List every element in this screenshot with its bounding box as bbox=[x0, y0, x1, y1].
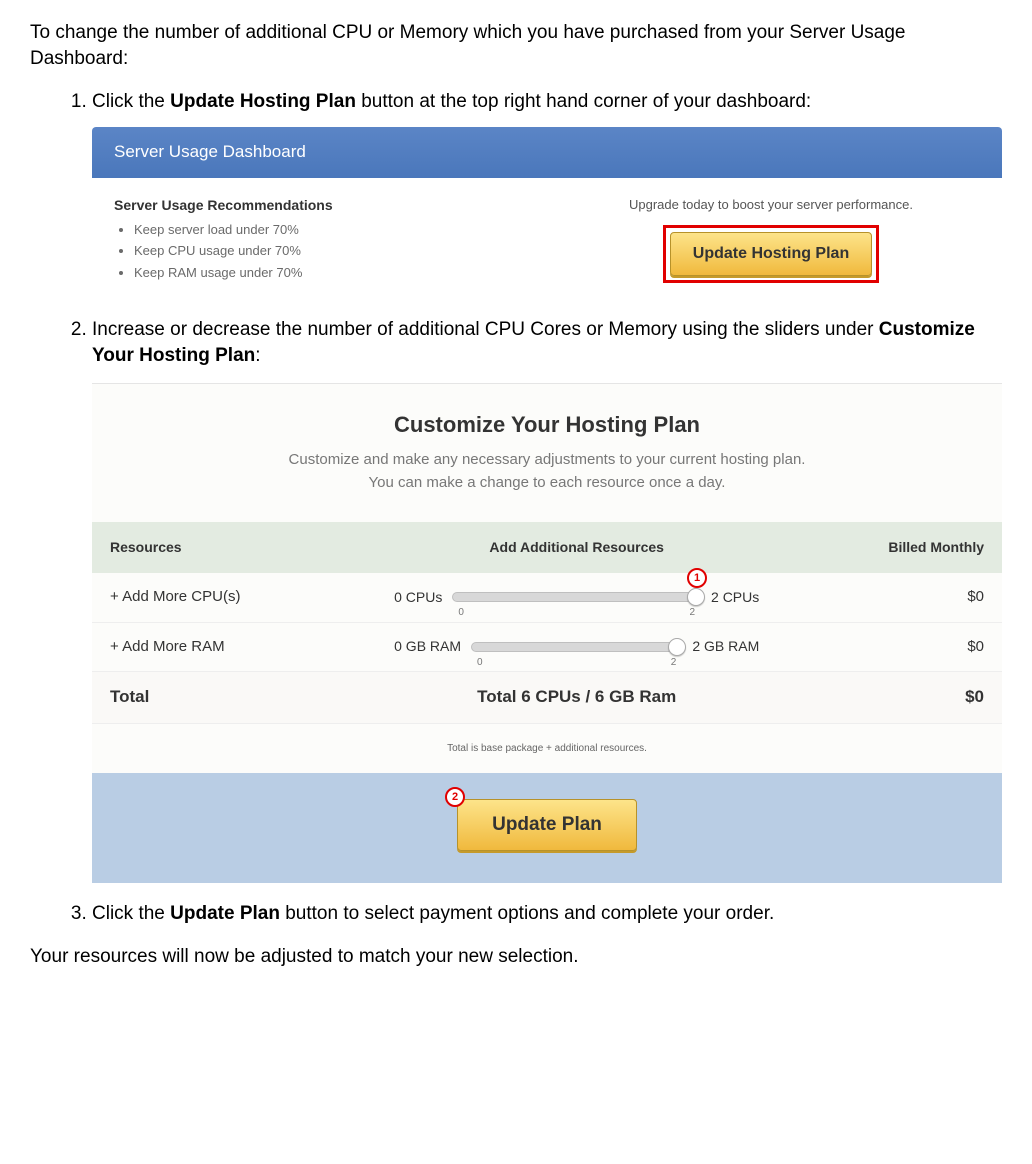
step-1-pre: Click the bbox=[92, 91, 170, 112]
row-label: + Add More RAM bbox=[92, 622, 376, 671]
steps-list: Click the Update Hosting Plan button at … bbox=[30, 89, 1002, 926]
tick-min: 0 bbox=[458, 606, 464, 620]
row-label: + Add More CPU(s) bbox=[92, 573, 376, 622]
customize-hosting-panel: Customize Your Hosting Plan Customize an… bbox=[92, 383, 1002, 883]
slider-min-label: 0 CPUs bbox=[394, 588, 442, 607]
recommendations-column: Server Usage Recommendations Keep server… bbox=[114, 196, 532, 286]
row-price: $0 bbox=[777, 573, 1002, 622]
header-add: Add Additional Resources bbox=[376, 522, 777, 573]
slider-max-label: 2 CPUs bbox=[711, 588, 759, 607]
slider-thumb[interactable] bbox=[668, 638, 686, 656]
recommendation-item: Keep RAM usage under 70% bbox=[134, 264, 532, 282]
table-header-row: Resources Add Additional Resources Bille… bbox=[92, 522, 1002, 573]
callout-badge-1: 1 bbox=[687, 568, 707, 588]
panel1-header: Server Usage Dashboard bbox=[92, 127, 1002, 178]
table-row: + Add More RAM 0 GB RAM 0 | 2 bbox=[92, 622, 1002, 671]
customize-title: Customize Your Hosting Plan bbox=[92, 384, 1002, 450]
resources-table: Resources Add Additional Resources Bille… bbox=[92, 522, 1002, 723]
recommendations-title: Server Usage Recommendations bbox=[114, 196, 532, 215]
step-3-bold: Update Plan bbox=[170, 903, 280, 924]
highlight-box: Update Hosting Plan bbox=[663, 225, 879, 283]
customize-sub-line1: Customize and make any necessary adjustm… bbox=[289, 451, 806, 468]
customize-subtitle: Customize and make any necessary adjustm… bbox=[92, 449, 1002, 522]
slider-track bbox=[452, 592, 701, 602]
upgrade-column: Upgrade today to boost your server perfo… bbox=[562, 196, 980, 286]
tick-min: 0 bbox=[477, 656, 483, 670]
closing-text: Your resources will now be adjusted to m… bbox=[30, 944, 1002, 970]
footnote-text: Total is base package + additional resou… bbox=[92, 724, 1002, 774]
step-3-post: button to select payment options and com… bbox=[280, 903, 774, 924]
slider-wrap-cpu: 0 CPUs 1 0 | 2 2 C bbox=[394, 588, 759, 607]
tick-max: 2 bbox=[671, 656, 677, 670]
update-hosting-plan-button[interactable]: Update Hosting Plan bbox=[670, 232, 872, 276]
row-slider-cell: 0 GB RAM 0 | 2 2 GB RAM bbox=[376, 622, 777, 671]
tick-max: 2 bbox=[689, 606, 695, 620]
row-price: $0 bbox=[777, 622, 1002, 671]
slider-wrap-ram: 0 GB RAM 0 | 2 2 GB RAM bbox=[394, 637, 759, 656]
slider-track bbox=[471, 642, 682, 652]
row-slider-cell: 0 CPUs 1 0 | 2 2 C bbox=[376, 573, 777, 622]
slider-max-label: 2 GB RAM bbox=[692, 637, 759, 656]
cpu-slider[interactable]: 1 0 | 2 bbox=[452, 590, 701, 604]
intro-text: To change the number of additional CPU o… bbox=[30, 20, 1002, 71]
header-billed: Billed Monthly bbox=[777, 522, 1002, 573]
upgrade-text: Upgrade today to boost your server perfo… bbox=[562, 196, 980, 214]
recommendation-item: Keep CPU usage under 70% bbox=[134, 242, 532, 260]
step-2: Increase or decrease the number of addit… bbox=[92, 317, 1002, 882]
server-usage-dashboard-panel: Server Usage Dashboard Server Usage Reco… bbox=[92, 127, 1002, 299]
panel1-body: Server Usage Recommendations Keep server… bbox=[92, 178, 1002, 300]
recommendation-item: Keep server load under 70% bbox=[134, 221, 532, 239]
step-1: Click the Update Hosting Plan button at … bbox=[92, 89, 1002, 299]
step-3: Click the Update Plan button to select p… bbox=[92, 901, 1002, 927]
slider-ticks: 0 | 2 bbox=[477, 656, 676, 670]
step-1-bold: Update Hosting Plan bbox=[170, 91, 356, 112]
step-2-post: : bbox=[255, 345, 260, 366]
customize-sub-line2: You can make a change to each resource o… bbox=[369, 474, 726, 491]
update-plan-button[interactable]: Update Plan bbox=[457, 799, 637, 851]
total-row: Total Total 6 CPUs / 6 GB Ram $0 bbox=[92, 671, 1002, 723]
step-2-pre: Increase or decrease the number of addit… bbox=[92, 319, 879, 340]
step-1-post: button at the top right hand corner of y… bbox=[356, 91, 811, 112]
header-resources: Resources bbox=[92, 522, 376, 573]
total-label: Total bbox=[92, 671, 376, 723]
slider-ticks: 0 | 2 bbox=[458, 606, 695, 620]
slider-thumb[interactable] bbox=[687, 588, 705, 606]
total-summary: Total 6 CPUs / 6 GB Ram bbox=[376, 671, 777, 723]
slider-min-label: 0 GB RAM bbox=[394, 637, 461, 656]
ram-slider[interactable]: 0 | 2 bbox=[471, 640, 682, 654]
recommendations-list: Keep server load under 70% Keep CPU usag… bbox=[114, 221, 532, 282]
table-row: + Add More CPU(s) 0 CPUs 1 0 | bbox=[92, 573, 1002, 622]
total-price: $0 bbox=[777, 671, 1002, 723]
step-3-pre: Click the bbox=[92, 903, 170, 924]
update-plan-section: 2 Update Plan bbox=[92, 773, 1002, 883]
